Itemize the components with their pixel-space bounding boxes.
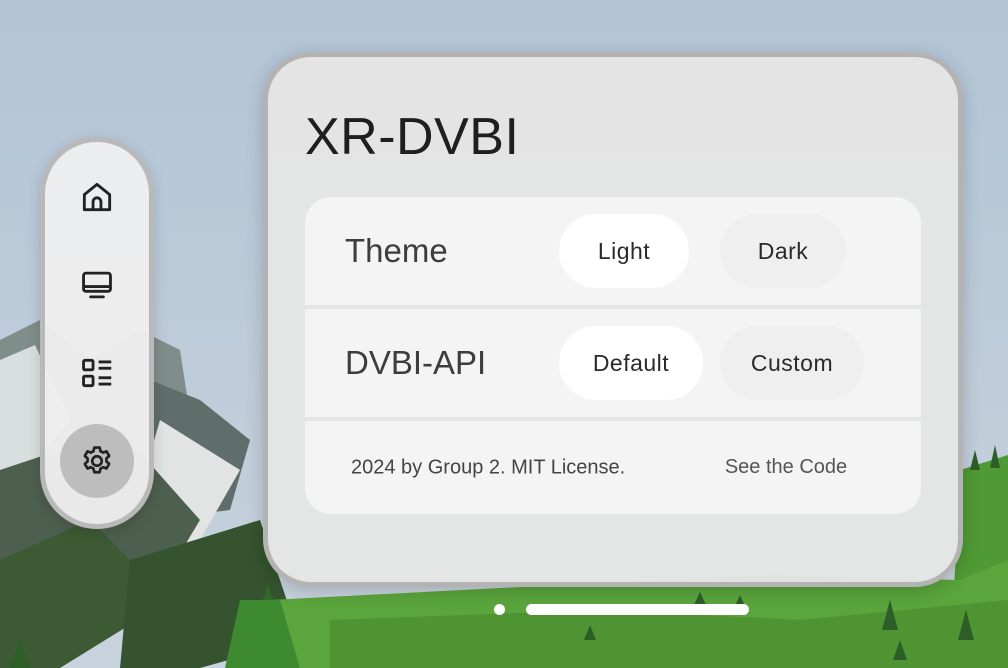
license-text: 2024 by Group 2. MIT License. <box>351 456 626 478</box>
theme-dark-button[interactable]: Dark <box>720 214 846 288</box>
home-icon <box>82 182 112 212</box>
nav-settings-button[interactable] <box>60 424 134 498</box>
api-row: DVBI-API Default Custom <box>305 309 921 417</box>
theme-label: Theme <box>345 232 448 269</box>
nav-list-button[interactable] <box>60 336 134 410</box>
settings-panel: XR-DVBI Theme Light Dark DVBI-API Defaul… <box>263 52 963 587</box>
see-code-link[interactable]: See the Code <box>691 437 881 498</box>
theme-row: Theme Light Dark <box>305 197 921 305</box>
list-icon <box>82 358 112 388</box>
footer-row: 2024 by Group 2. MIT License. See the Co… <box>305 421 921 514</box>
nav-home-button[interactable] <box>60 160 134 234</box>
page-title: XR-DVBI <box>305 108 520 166</box>
tv-icon <box>82 271 112 299</box>
api-custom-button[interactable]: Custom <box>720 326 864 400</box>
api-default-button[interactable]: Default <box>559 326 703 400</box>
nav-tv-button[interactable] <box>60 248 134 322</box>
side-navigation <box>40 137 154 529</box>
theme-light-button[interactable]: Light <box>559 214 689 288</box>
api-label: DVBI-API <box>345 344 487 381</box>
window-drag-handle[interactable] <box>526 604 749 615</box>
window-close-dot[interactable] <box>494 604 505 615</box>
gear-icon <box>83 446 111 474</box>
